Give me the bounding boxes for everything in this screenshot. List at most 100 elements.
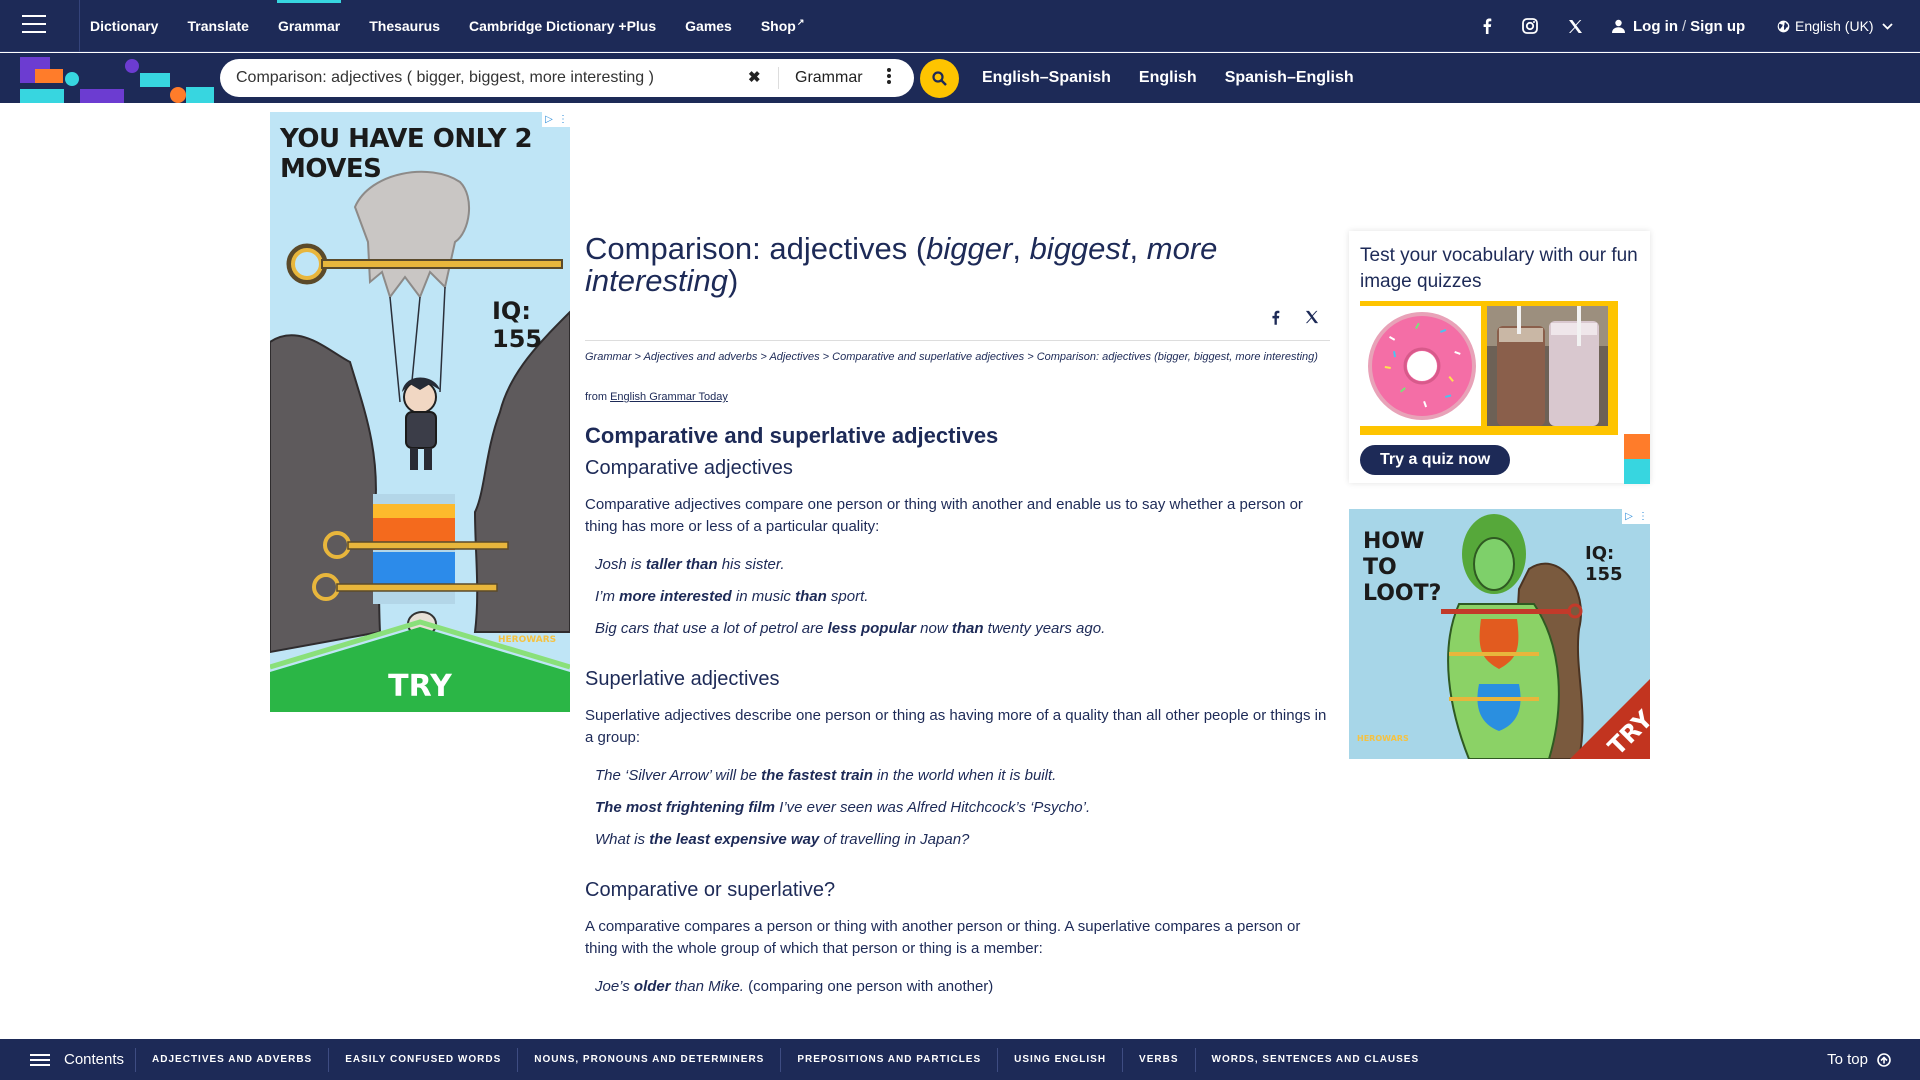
quiz-card[interactable]: Test your vocabulary with our fun image … — [1349, 231, 1650, 483]
breadcrumb-link[interactable]: Adjectives — [769, 351, 819, 363]
share-row — [585, 297, 1330, 341]
x-twitter-icon[interactable] — [1564, 15, 1586, 37]
breadcrumb-current: Comparison: adjectives (bigger, biggest,… — [1036, 351, 1318, 363]
login-separator: / — [1682, 17, 1687, 35]
facebook-icon[interactable] — [1476, 15, 1498, 37]
adchoices-badge[interactable]: ▷ ⋮ — [542, 112, 570, 127]
search-icon — [932, 71, 947, 86]
tab-english[interactable]: English — [1139, 69, 1197, 87]
contents-link[interactable]: USING ENGLISH — [997, 1047, 1122, 1072]
nav-item-plus[interactable]: Cambridge Dictionary +Plus — [469, 0, 656, 52]
menu-icon[interactable] — [22, 15, 46, 35]
paragraph: Superlative adjectives describe one pers… — [585, 707, 1327, 746]
nav-item-games[interactable]: Games — [685, 0, 732, 52]
signup-link[interactable]: Sign up — [1690, 18, 1745, 35]
instagram-icon[interactable] — [1519, 15, 1541, 37]
tab-english-spanish[interactable]: English–Spanish — [982, 69, 1111, 87]
breadcrumb-separator: > — [631, 351, 644, 363]
article: Comparison: adjectives (bigger, biggest,… — [585, 233, 1330, 998]
nav-label: Dictionary — [90, 18, 159, 34]
adchoices-icon: ▷ — [545, 114, 553, 125]
nav-label: Thesaurus — [369, 18, 441, 34]
breadcrumb-separator: > — [757, 351, 770, 363]
advertisement-left[interactable]: YOU HAVE ONLY 2 MOVES IQ: 155 HEROWARS T… — [270, 112, 570, 712]
ad-brand-logo: HEROWARS — [498, 635, 557, 645]
example-sentence: Big cars that use a lot of petrol are le… — [595, 618, 1330, 640]
search-divider — [778, 67, 779, 89]
adchoices-icon: ▷ — [1625, 511, 1633, 522]
search-input[interactable] — [236, 59, 746, 97]
example-sentence: Josh is taller than his sister. — [595, 554, 1330, 576]
contents-link[interactable]: ADJECTIVES AND ADVERBS — [135, 1047, 328, 1072]
contents-link[interactable]: NOUNS, PRONOUNS AND DETERMINERS — [517, 1047, 780, 1072]
nav-item-dictionary[interactable]: Dictionary — [90, 0, 158, 52]
ad-options-icon: ⋮ — [558, 114, 568, 125]
example-text: sport. — [826, 588, 869, 605]
example-emphasis: The most frightening film — [595, 799, 775, 816]
cambridge-logo[interactable] — [0, 53, 215, 103]
source-link[interactable]: English Grammar Today — [610, 391, 728, 403]
divider — [79, 0, 80, 52]
example-emphasis: older — [633, 978, 671, 995]
clear-search-icon[interactable]: ✖ — [748, 68, 761, 86]
breadcrumb-separator: > — [819, 351, 833, 363]
contents-link[interactable]: VERBS — [1122, 1047, 1194, 1072]
example-text: his sister. — [717, 556, 785, 573]
ad-cta[interactable]: TRY — [270, 669, 570, 704]
example-sentence: I’m more interested in music than sport. — [595, 586, 1330, 608]
nav-label: Translate — [187, 18, 249, 34]
example-sentence: The most frightening film I’ve ever seen… — [595, 797, 1330, 819]
to-top-label: To top — [1827, 1051, 1868, 1068]
nav-item-translate[interactable]: Translate — [187, 0, 248, 52]
to-top-button[interactable]: To top — [1827, 1039, 1891, 1080]
quiz-images[interactable] — [1360, 301, 1618, 435]
article-sections: Comparative adjectives Comparative adject… — [585, 457, 1330, 998]
ad-headline: HOW TO LOOT? — [1363, 529, 1442, 606]
title-emphasis: bigger — [926, 231, 1013, 266]
subsection-heading: Comparative or superlative? — [585, 879, 836, 901]
advertisement-right[interactable]: HOW TO LOOT? IQ: 155 HEROWARS TRY ▷ ⋮ — [1349, 509, 1650, 759]
paragraph: A comparative compares a person or thing… — [585, 918, 1301, 957]
language-label: English (UK) — [1795, 18, 1874, 34]
nav-label: Cambridge Dictionary +Plus — [469, 18, 657, 34]
nav-item-shop[interactable]: Shop ↗ — [761, 0, 805, 52]
nav-label: Games — [685, 18, 732, 34]
tab-spanish-english[interactable]: Spanish–English — [1225, 69, 1354, 87]
section-heading: Comparative and superlative adjectives — [585, 423, 999, 448]
breadcrumb-link[interactable]: Grammar — [585, 351, 631, 363]
contents-link[interactable]: WORDS, SENTENCES AND CLAUSES — [1194, 1047, 1436, 1072]
example-text: Joe’s — [595, 978, 634, 995]
nav-item-thesaurus[interactable]: Thesaurus — [369, 0, 440, 52]
nav-item-grammar[interactable]: Grammar — [276, 0, 342, 52]
contents-link[interactable]: PREPOSITIONS AND PARTICLES — [780, 1047, 997, 1072]
example-emphasis: less popular — [827, 620, 916, 637]
facebook-share-icon[interactable] — [1265, 307, 1285, 327]
subsection-heading: Comparative adjectives — [585, 457, 793, 479]
title-text: Comparison: adjectives ( — [585, 231, 927, 266]
adchoices-badge[interactable]: ▷ ⋮ — [1622, 509, 1650, 524]
search-button[interactable] — [920, 59, 959, 98]
try-quiz-button[interactable]: Try a quiz now — [1360, 445, 1511, 475]
source-line: from English Grammar Today — [585, 391, 1330, 403]
ad-headline: YOU HAVE ONLY 2 MOVES — [280, 124, 533, 184]
external-link-icon: ↗ — [796, 16, 805, 27]
more-options-icon[interactable] — [886, 68, 892, 88]
example-emphasis: the least expensive way — [649, 831, 820, 848]
example-emphasis: than — [795, 588, 827, 605]
example-text: Josh is — [595, 556, 646, 573]
contents-link[interactable]: EASILY CONFUSED WORDS — [328, 1047, 517, 1072]
example-emphasis: the fastest train — [761, 767, 873, 784]
contents-button[interactable]: Contents — [30, 1051, 124, 1069]
login-link[interactable]: Log in — [1633, 18, 1678, 35]
example-text: twenty years ago. — [983, 620, 1106, 637]
language-selector[interactable]: English (UK) — [1777, 0, 1898, 52]
breadcrumb-link[interactable]: Adjectives and adverbs — [644, 351, 758, 363]
dictionary-select[interactable]: Grammar — [795, 59, 863, 97]
top-navigation: Dictionary Translate Grammar Thesaurus C… — [0, 0, 1920, 52]
x-share-icon[interactable] — [1302, 307, 1322, 327]
dictionary-tabs: English–Spanish English Spanish–English — [982, 53, 1382, 103]
example-text: I’m — [595, 588, 620, 605]
example-emphasis: than — [951, 620, 984, 637]
example-sentence: The ‘Silver Arrow’ will be the fastest t… — [595, 765, 1330, 787]
breadcrumb-link[interactable]: Comparative and superlative adjectives — [832, 351, 1024, 363]
